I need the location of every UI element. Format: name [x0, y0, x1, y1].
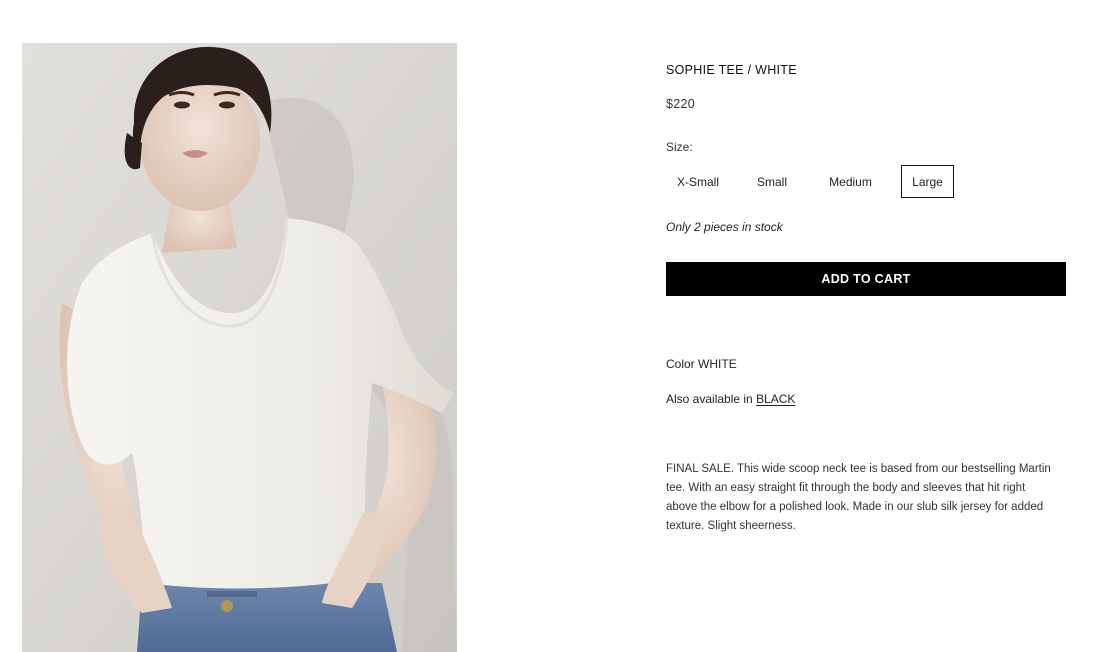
stock-note: Only 2 pieces in stock: [666, 220, 783, 234]
product-description: FINAL SALE. This wide scoop neck tee is …: [666, 463, 1051, 532]
color-prefix: Color: [666, 357, 695, 371]
product-title: SOPHIE TEE / WHITE: [666, 63, 797, 77]
size-selector: X-Small Small Medium Large: [666, 165, 954, 198]
size-option-small[interactable]: Small: [737, 165, 807, 198]
size-label: Size:: [666, 140, 693, 154]
color-value: WHITE: [698, 357, 737, 371]
product-photo: [22, 43, 457, 652]
size-option-medium[interactable]: Medium: [814, 165, 887, 198]
size-option-large[interactable]: Large: [901, 165, 954, 198]
product-price: $220: [666, 97, 696, 111]
also-available: Also available in BLACK: [666, 392, 795, 406]
black-variant-link[interactable]: BLACK: [756, 392, 795, 406]
color-info: Color WHITE: [666, 357, 737, 371]
product-page: SOPHIE TEE / WHITE $220 Size: X-Small Sm…: [0, 0, 1119, 652]
size-option-x-small[interactable]: X-Small: [666, 165, 730, 198]
also-available-prefix: Also available in: [666, 392, 753, 406]
add-to-cart-button[interactable]: ADD TO CART: [666, 262, 1066, 296]
